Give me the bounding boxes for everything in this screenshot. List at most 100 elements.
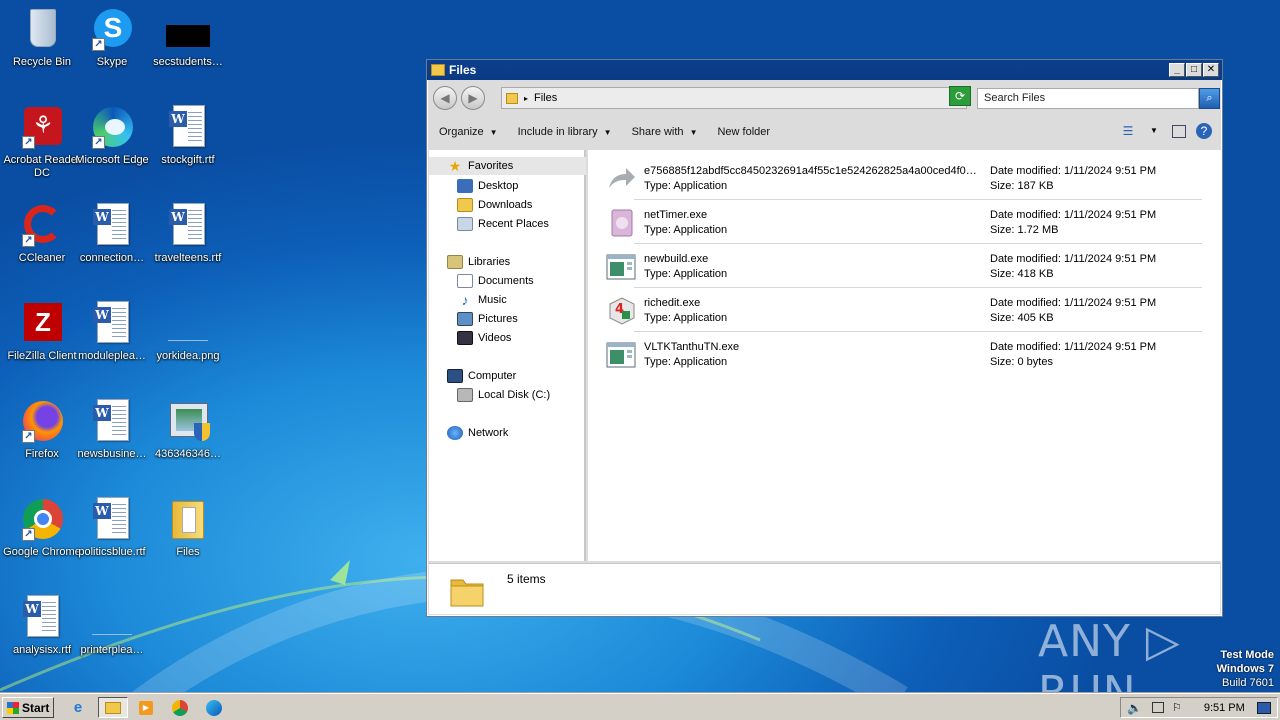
firefox-icon: ↗	[18, 397, 66, 445]
breadcrumb[interactable]: Files	[534, 92, 557, 104]
nav-documents[interactable]: Documents	[457, 272, 534, 290]
taskbar-explorer-icon[interactable]	[98, 697, 128, 718]
richedit-icon: 4	[606, 296, 636, 326]
nav-computer[interactable]: Computer	[447, 367, 516, 385]
maximize-button[interactable]: □	[1186, 63, 1202, 77]
word-document-icon: W	[164, 201, 212, 249]
back-button[interactable]: ◀	[433, 86, 457, 110]
taskbar-chrome-icon[interactable]	[168, 697, 192, 718]
folder-icon	[450, 579, 484, 607]
recycle-bin-icon	[18, 5, 66, 53]
search-icon[interactable]: ⌕	[1199, 88, 1220, 109]
close-button[interactable]: ✕	[1203, 63, 1219, 77]
file-type: Type: Application	[644, 268, 728, 280]
desktop-icon-label: Files	[176, 546, 200, 558]
pictures-icon	[457, 312, 473, 326]
star-icon: ★	[448, 158, 462, 174]
desktop-icon-17[interactable]: Wpoliticsblue.rtf	[70, 495, 154, 559]
desktop-icon-label: moduleplea…	[78, 350, 146, 362]
desktop-icon-label: yorkidea.png	[156, 350, 220, 362]
desktop-icon-2[interactable]: S ↗ Skype	[70, 5, 154, 69]
documents-icon	[457, 274, 473, 288]
file-date-modified: Date modified: 1/11/2024 9:51 PM	[990, 165, 1157, 177]
forward-button[interactable]: ▶	[461, 86, 485, 110]
libraries-icon	[447, 255, 463, 269]
taskbar-edge-icon[interactable]	[202, 697, 226, 718]
breadcrumb-arrow-icon[interactable]: ▸	[524, 94, 528, 103]
minimize-button[interactable]: _	[1169, 63, 1185, 77]
chevron-down-icon[interactable]: ▼	[1146, 123, 1162, 139]
taskbar-media-player-icon[interactable]: ▶	[134, 697, 158, 718]
nav-libraries[interactable]: Libraries	[447, 253, 510, 271]
title-bar[interactable]: Files _ □ ✕	[427, 60, 1222, 80]
desktop-icon-label: printerplea…	[80, 644, 144, 656]
desktop-icon-label: connection…	[79, 252, 145, 264]
nav-favorites[interactable]: ★ Favorites	[429, 157, 586, 175]
file-name: newbuild.exe	[644, 253, 709, 265]
file-row[interactable]: 4 richedit.exe Type: Application Date modif…	[604, 288, 1202, 332]
skype-icon: S ↗	[88, 5, 136, 53]
network-tray-icon[interactable]	[1151, 702, 1164, 713]
desktop-icon-20[interactable]: printerplea…	[70, 593, 154, 657]
desktop-icon-18[interactable]: Files	[146, 495, 230, 559]
videos-icon	[457, 331, 473, 345]
nav-desktop[interactable]: Desktop	[457, 177, 518, 195]
nav-videos[interactable]: Videos	[457, 329, 511, 347]
desktop-icon-6[interactable]: Wstockgift.rtf	[146, 103, 230, 167]
file-row[interactable]: e756885f12abdf5cc8450232691a4f55c1e52426…	[604, 156, 1202, 200]
volume-icon[interactable]: 🔈	[1127, 701, 1142, 715]
file-type: Type: Application	[644, 312, 728, 324]
desktop-icon-12[interactable]: yorkidea.png	[146, 299, 230, 363]
file-row[interactable]: netTimer.exe Type: Application Date modifi…	[604, 200, 1202, 244]
include-in-library-button[interactable]: Include in library ▼	[508, 126, 622, 138]
desktop-icon-5[interactable]: ↗ Microsoft Edge	[70, 103, 154, 167]
share-with-button[interactable]: Share with ▼	[622, 126, 708, 138]
nav-pictures[interactable]: Pictures	[457, 310, 518, 328]
nav-recent-places[interactable]: Recent Places	[457, 215, 549, 233]
shortcut-arrow-icon	[606, 164, 636, 194]
desktop-icon-14[interactable]: Wnewsbusine…	[70, 397, 154, 461]
file-row[interactable]: VLTKTanthuTN.exe Type: Application Date mo…	[604, 332, 1202, 376]
search-input[interactable]: Search Files	[977, 88, 1199, 109]
music-icon: ♪	[461, 292, 469, 308]
show-desktop-icon[interactable]	[1256, 701, 1271, 714]
desktop-icon-label: travelteens.rtf	[154, 252, 222, 264]
downloads-folder-icon	[457, 198, 473, 212]
desktop-icon-9[interactable]: Wtravelteens.rtf	[146, 201, 230, 265]
nav-local-disk[interactable]: Local Disk (C:)	[457, 386, 550, 404]
taskbar-ie-icon[interactable]: e	[66, 697, 90, 718]
taskbar: Start e ▶ 🔈 ⚐ 9:51 PM	[0, 693, 1280, 720]
file-date-modified: Date modified: 1/11/2024 9:51 PM	[990, 297, 1157, 309]
desktop-icon-11[interactable]: Wmoduleplea…	[70, 299, 154, 363]
clock[interactable]: 9:51 PM	[1204, 702, 1245, 714]
word-document-icon: W	[88, 299, 136, 347]
nav-downloads[interactable]: Downloads	[457, 196, 532, 214]
view-options-icon[interactable]: ☰	[1120, 123, 1136, 139]
word-document-icon: W	[88, 201, 136, 249]
organize-button[interactable]: Organize ▼	[429, 126, 508, 138]
file-row[interactable]: newbuild.exe Type: Application Date modifi…	[604, 244, 1202, 288]
address-bar[interactable]: ▸ Files ▼	[501, 87, 967, 109]
command-bar: Organize ▼ Include in library ▼ Share with…	[429, 118, 1220, 146]
file-date-modified: Date modified: 1/11/2024 9:51 PM	[990, 253, 1157, 265]
file-list: e756885f12abdf5cc8450232691a4f55c1e52426…	[588, 150, 1222, 561]
folder-icon	[164, 495, 212, 543]
refresh-button[interactable]: ⟳	[949, 86, 971, 106]
action-center-flag-icon[interactable]: ⚐	[1172, 701, 1182, 714]
image-file-icon	[164, 299, 212, 347]
preview-pane-icon[interactable]	[1172, 124, 1186, 138]
help-icon[interactable]: ?	[1196, 123, 1212, 139]
new-folder-button[interactable]: New folder	[707, 126, 780, 138]
nav-music[interactable]: ♪ Music	[457, 291, 507, 309]
file-date-modified: Date modified: 1/11/2024 9:51 PM	[990, 209, 1157, 221]
desktop-icon-8[interactable]: Wconnection…	[70, 201, 154, 265]
nav-network[interactable]: Network	[447, 424, 508, 442]
explorer-window[interactable]: Files _ □ ✕ ◀ ▶ ▸ Files ▼ ⟳ Search Files…	[426, 59, 1223, 617]
file-name: netTimer.exe	[644, 209, 708, 221]
chrome-icon: ↗	[18, 495, 66, 543]
file-name: richedit.exe	[644, 297, 701, 309]
desktop-icon-15[interactable]: 436346346…	[146, 397, 230, 461]
start-button[interactable]: Start	[2, 697, 54, 718]
word-document-icon: W	[18, 593, 66, 641]
desktop-icon-3[interactable]: secstudents…	[146, 5, 230, 69]
